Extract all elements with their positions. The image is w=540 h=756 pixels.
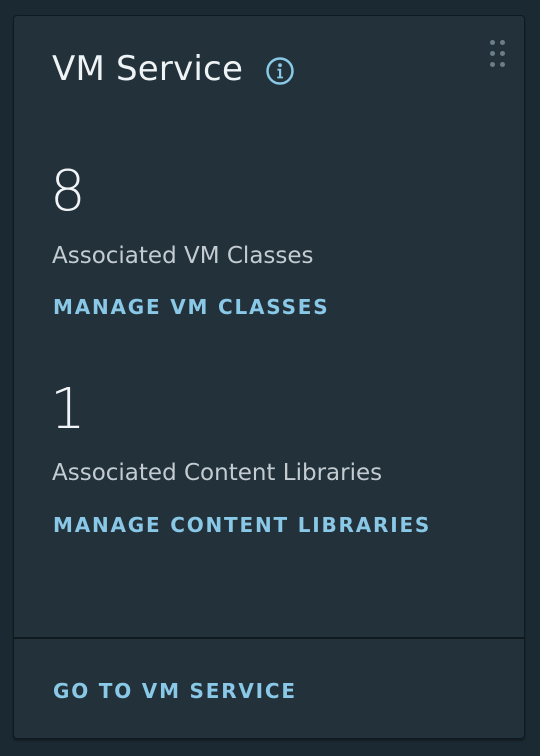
drag-dot bbox=[500, 51, 505, 56]
vm-classes-count: 8 bbox=[50, 159, 86, 224]
content-libraries-label: Associated Content Libraries bbox=[52, 460, 383, 486]
drag-dot bbox=[490, 62, 495, 67]
footer-divider bbox=[14, 637, 524, 639]
manage-content-libraries-link[interactable]: MANAGE CONTENT LIBRARIES bbox=[53, 515, 431, 535]
drag-dot bbox=[490, 40, 495, 45]
drag-dot bbox=[490, 51, 495, 56]
info-icon[interactable] bbox=[265, 56, 295, 86]
drag-handle-icon[interactable] bbox=[490, 40, 505, 70]
go-to-vm-service-link[interactable]: GO TO VM SERVICE bbox=[53, 681, 297, 701]
content-libraries-count: 1 bbox=[50, 377, 86, 442]
card-header: VM Service bbox=[52, 52, 295, 86]
manage-vm-classes-link[interactable]: MANAGE VM CLASSES bbox=[53, 297, 329, 317]
drag-dot bbox=[500, 62, 505, 67]
drag-dot bbox=[500, 40, 505, 45]
vm-service-card: VM Service 8 Associated VM Classes MANAG… bbox=[13, 15, 525, 739]
vm-classes-label: Associated VM Classes bbox=[52, 243, 314, 269]
card-title: VM Service bbox=[52, 49, 244, 89]
